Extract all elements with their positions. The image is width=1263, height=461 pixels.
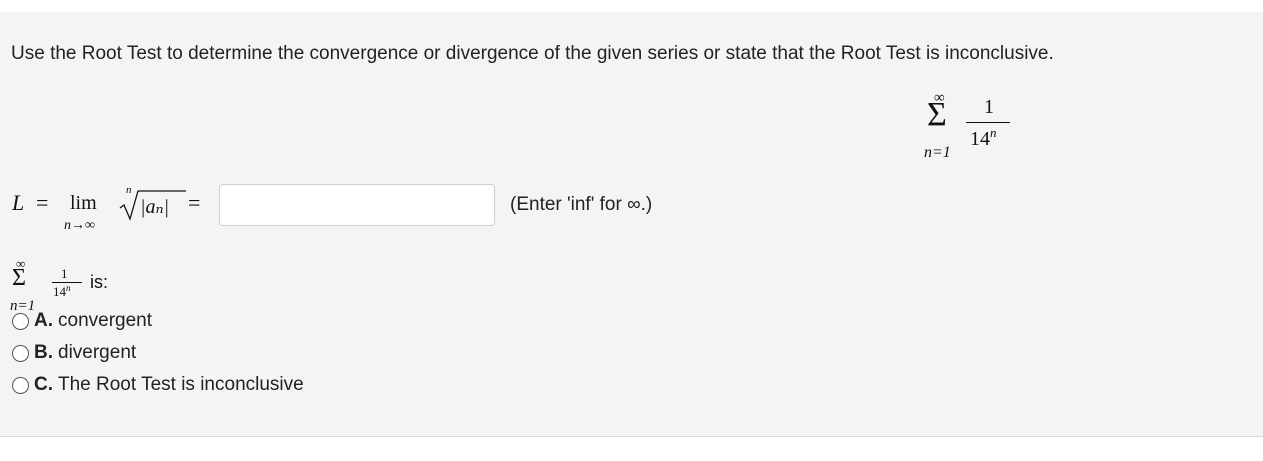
- fraction-numerator-small: 1: [61, 266, 68, 281]
- limit-symbol: L: [12, 190, 25, 215]
- lim-subscript: n→∞: [64, 218, 95, 233]
- sum-lower-limit: n=1: [924, 144, 951, 161]
- option-a[interactable]: A. convergent: [12, 309, 152, 333]
- sum-symbol-small: Σ: [12, 265, 26, 291]
- is-label: is:: [90, 272, 108, 292]
- bottom-divider: [0, 436, 1263, 437]
- option-b[interactable]: B. divergent: [12, 341, 136, 365]
- denominator-exponent: n: [990, 125, 997, 140]
- fraction-numerator: 1: [984, 96, 994, 118]
- nth-root: n |aₙ|: [118, 184, 188, 222]
- option-label-a: convergent: [58, 310, 153, 331]
- sum-symbol: Σ: [927, 96, 947, 133]
- equals-sign: =: [36, 190, 49, 215]
- radio-button-c[interactable]: [12, 376, 29, 394]
- lim-operator: lim: [70, 192, 97, 214]
- radicand: |aₙ|: [140, 196, 170, 218]
- denominator-base: 14: [970, 128, 990, 150]
- limit-row: L = lim n→∞ n |aₙ| = (Enter 'inf' for ∞.…: [12, 184, 912, 234]
- option-label-b: divergent: [58, 342, 137, 363]
- radio-button-b[interactable]: [12, 344, 29, 362]
- option-letter-c: C.: [34, 374, 53, 395]
- option-c[interactable]: C. The Root Test is inconclusive: [12, 373, 304, 397]
- radio-button-a[interactable]: [12, 312, 29, 330]
- equals-sign-2: =: [188, 190, 201, 215]
- question-panel: Use the Root Test to determine the conve…: [0, 12, 1263, 436]
- limit-answer-input[interactable]: [219, 184, 495, 226]
- option-label-c: The Root Test is inconclusive: [58, 374, 304, 395]
- denominator-base-small: 14: [53, 284, 66, 299]
- root-index: n: [126, 184, 132, 196]
- option-letter-b: B.: [34, 342, 53, 363]
- fraction-denominator: 14n: [970, 125, 997, 151]
- denominator-exponent-small: n: [66, 283, 71, 293]
- fraction-bar: [966, 122, 1010, 123]
- series-expression: ∞ Σ n=1 1 14n: [924, 90, 1024, 162]
- question-text: Use the Root Test to determine the conve…: [11, 43, 1054, 64]
- option-letter-a: A.: [34, 310, 53, 331]
- fraction-denominator-small: 14n: [53, 283, 71, 300]
- input-hint: (Enter 'inf' for ∞.): [510, 194, 653, 215]
